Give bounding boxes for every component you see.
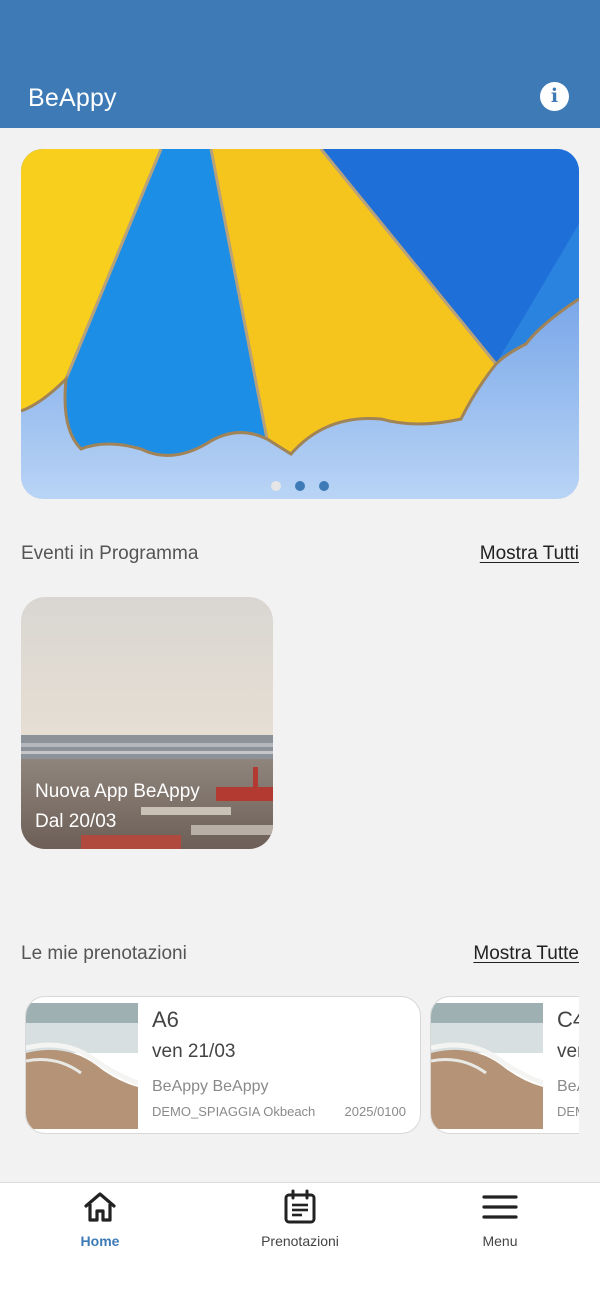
home-icon	[84, 1192, 116, 1222]
event-date: Dal 20/03	[35, 811, 117, 832]
booking-customer: BeAppy BeAppy	[152, 1078, 269, 1095]
booking-thumbnail	[26, 1003, 138, 1129]
app-title: BeAppy	[28, 84, 117, 112]
carousel-dot[interactable]	[271, 481, 281, 491]
booking-card[interactable]: A6 ven 21/03 BeAppy BeAppy DEMO_SPIAGGIA…	[25, 996, 421, 1134]
nav-menu-label: Menu	[482, 1233, 518, 1249]
booking-location: DEMO_SPIAGGIA Okbeach	[557, 1104, 579, 1119]
carousel-dot[interactable]	[295, 481, 305, 491]
beach-umbrella-image	[21, 149, 579, 499]
nav-menu[interactable]: Menu	[400, 1183, 600, 1299]
bottom-nav: Home Prenotazioni Menu	[0, 1182, 600, 1299]
booking-date: ven 21/03	[152, 1041, 236, 1062]
booking-number: 2025/0100	[344, 1104, 406, 1119]
bookings-section-title: Le mie prenotazioni	[21, 943, 187, 964]
booking-location: DEMO_SPIAGGIA Okbeach	[152, 1104, 316, 1119]
carousel-dot[interactable]	[319, 481, 329, 491]
booking-card[interactable]: C4 ven 21/03 BeAppy BeAppy DEMO_SPIAGGIA…	[430, 996, 579, 1134]
nav-home[interactable]: Home	[0, 1183, 200, 1299]
nav-prenotazioni[interactable]: Prenotazioni	[200, 1183, 400, 1299]
hero-carousel[interactable]	[21, 149, 579, 499]
events-section-title: Eventi in Programma	[21, 543, 199, 564]
carousel-dots	[21, 481, 579, 491]
booking-code: C4	[557, 1007, 579, 1032]
bookings-show-all-link[interactable]: Mostra Tutte	[473, 943, 579, 965]
booking-thumbnail	[431, 1003, 543, 1129]
calendar-icon	[284, 1189, 316, 1224]
nav-prenotazioni-label: Prenotazioni	[261, 1233, 339, 1249]
booking-customer: BeAppy BeAppy	[557, 1078, 579, 1095]
event-title: Nuova App BeAppy	[35, 781, 200, 802]
booking-code: A6	[152, 1007, 179, 1032]
nav-home-label: Home	[80, 1233, 120, 1249]
event-card[interactable]: Nuova App BeAppy Dal 20/03	[21, 597, 273, 849]
menu-icon	[482, 1195, 518, 1219]
app-bar: BeAppy i	[0, 0, 600, 128]
bookings-carousel[interactable]: A6 ven 21/03 BeAppy BeAppy DEMO_SPIAGGIA…	[25, 996, 579, 1136]
booking-date: ven 21/03	[557, 1041, 579, 1062]
events-show-all-link[interactable]: Mostra Tutti	[480, 543, 579, 565]
info-icon[interactable]: i	[540, 82, 569, 111]
